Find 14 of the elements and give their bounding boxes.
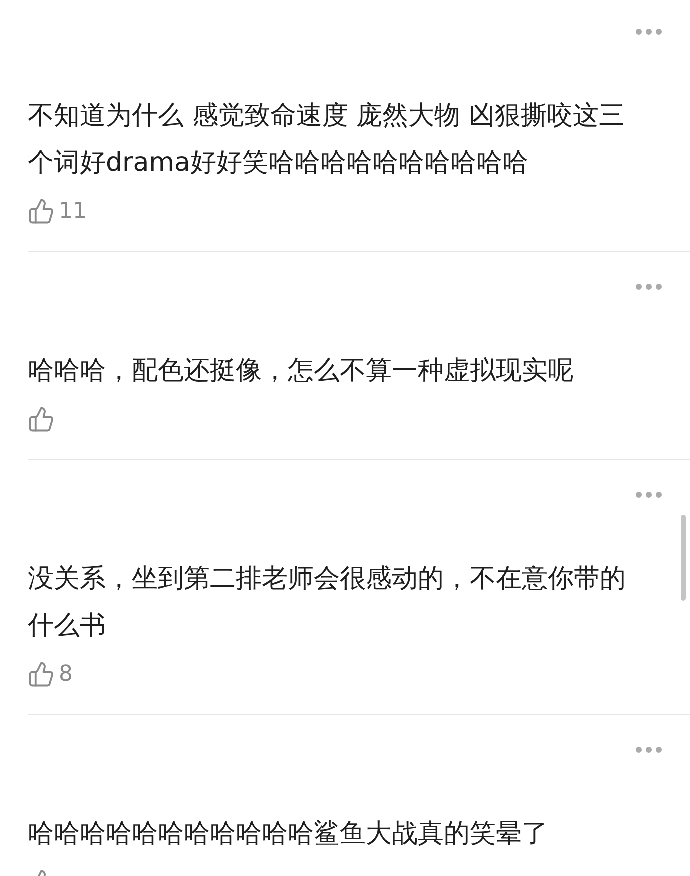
thumbs-up-icon[interactable]: [28, 198, 55, 224]
scrollbar[interactable]: [681, 515, 686, 601]
like-count: 8: [59, 662, 73, 686]
more-button[interactable]: [636, 492, 662, 498]
thumbs-up-icon[interactable]: [28, 660, 55, 688]
comment-text: 没关系，坐到第二排老师会很感动的，不在意你带的什么书: [28, 563, 627, 643]
more-button[interactable]: [636, 747, 662, 753]
more-button[interactable]: [636, 29, 662, 35]
comment-text: 哈哈哈哈哈哈哈哈哈哈哈鲨鱼大战真的笑晕了: [28, 818, 549, 851]
thumbs-up-icon[interactable]: [28, 406, 55, 432]
comment-text: 哈哈哈，配色还挺像，怎么不算一种虚拟现实呢: [28, 355, 575, 388]
comment-text: 不知道为什么 感觉致命速度 庞然大物 凶狠撕咬这三个词好drama好好笑哈哈哈哈哈哈哈哈哈哈: [28, 100, 626, 180]
more-button[interactable]: [636, 284, 662, 290]
like-count: 11: [59, 198, 87, 224]
